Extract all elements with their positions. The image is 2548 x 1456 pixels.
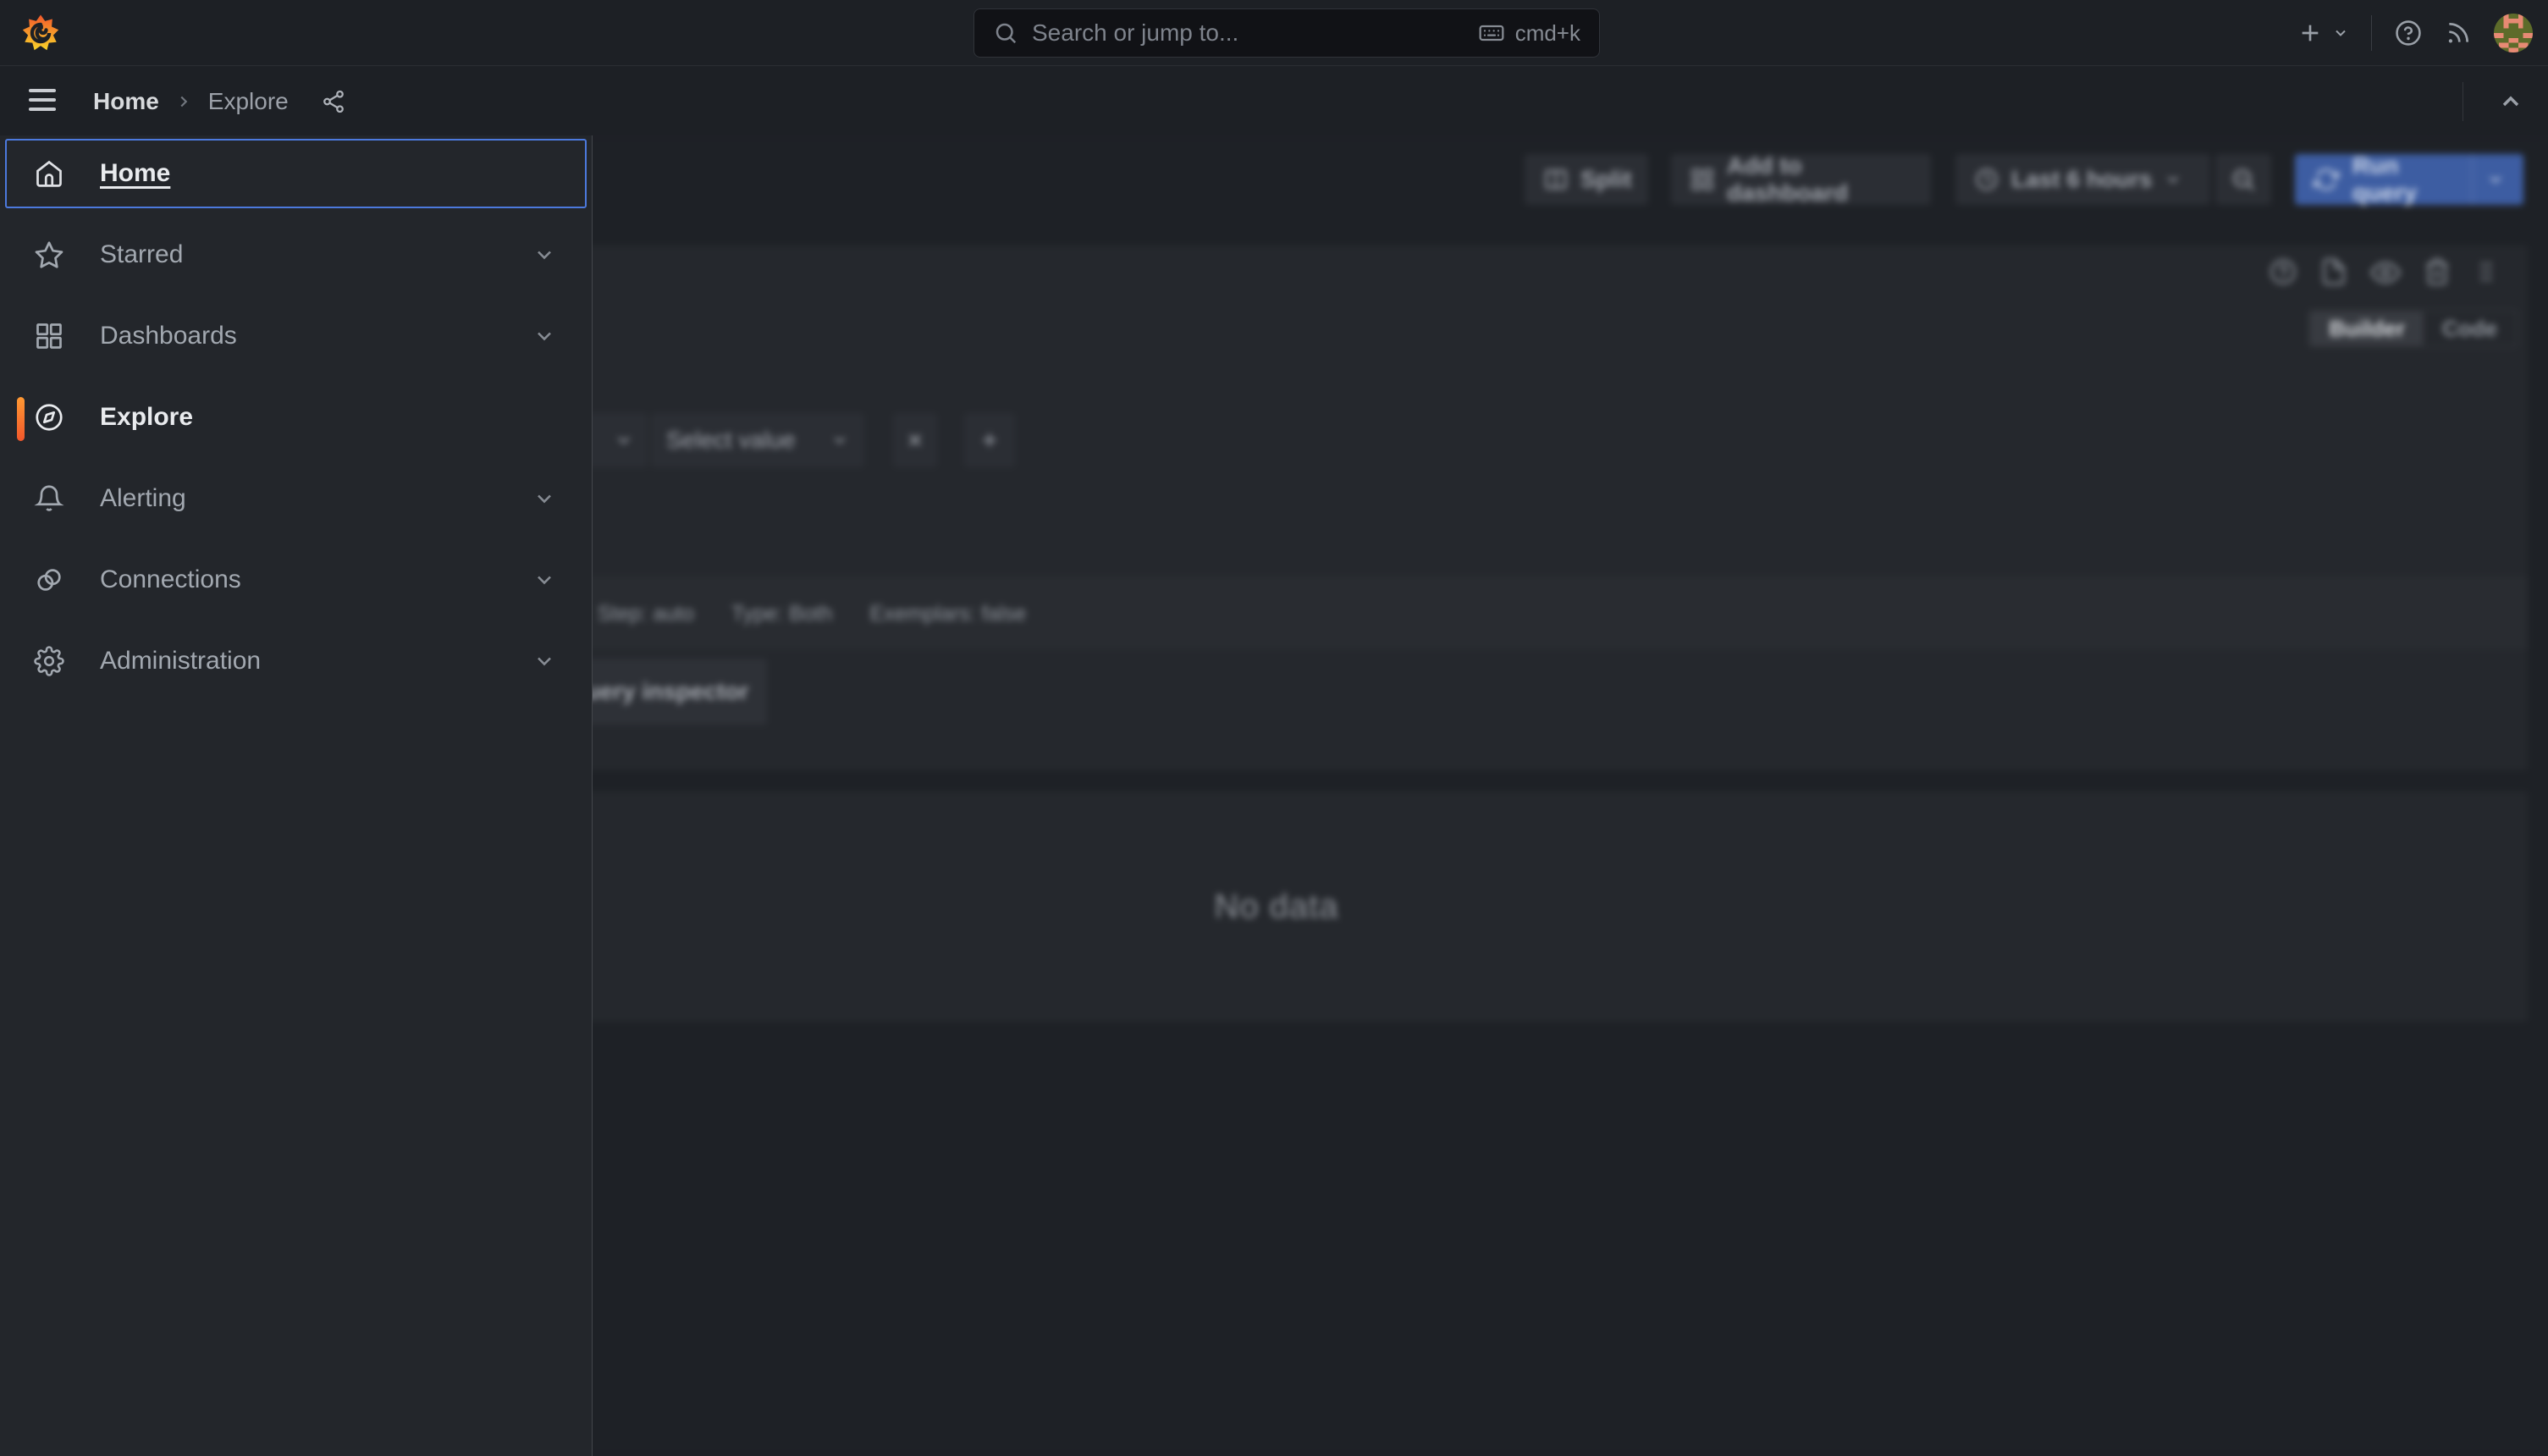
- chevron-down-icon[interactable]: [532, 649, 556, 673]
- workspace: Split Add to dashboard Last 6 hours Run …: [0, 135, 2548, 1456]
- duplicate-query-icon[interactable]: [2319, 257, 2348, 288]
- chevron-down-icon: [2332, 25, 2349, 41]
- add-to-dashboard-label: Add to dashboard: [1727, 152, 1912, 207]
- dashboards-grid-icon: [32, 321, 66, 351]
- shortcut-text: cmd+k: [1515, 20, 1580, 47]
- chevron-right-icon: [174, 92, 193, 111]
- add-filter-button[interactable]: [964, 413, 1015, 467]
- sidebar-item-administration[interactable]: Administration: [5, 626, 587, 696]
- option-step: Step: auto: [598, 602, 694, 626]
- zoom-out-button[interactable]: [2215, 154, 2271, 205]
- select-value-placeholder: Select value: [666, 427, 796, 454]
- remove-filter-button[interactable]: [893, 413, 937, 467]
- mode-code-tab[interactable]: Code: [2424, 312, 2516, 345]
- sidebar-item-label: Home: [100, 159, 170, 188]
- clock-icon: [1974, 167, 1999, 192]
- grafana-app: Search or jump to... cmd+k: [0, 0, 2548, 1456]
- topbar-actions: [2297, 0, 2533, 66]
- gear-icon: [32, 646, 66, 676]
- search-placeholder: Search or jump to...: [1032, 19, 1478, 47]
- bell-icon: [32, 483, 66, 514]
- help-button[interactable]: [2394, 19, 2423, 47]
- menu-toggle-button[interactable]: [29, 89, 56, 111]
- mega-menu: Home Starred Dashboards Explore Alerting: [0, 135, 593, 1456]
- divider: [2472, 154, 2473, 205]
- remove-query-trash-icon[interactable]: [2423, 257, 2451, 288]
- new-button[interactable]: [2297, 19, 2349, 47]
- top-bar: Search or jump to... cmd+k: [0, 0, 2548, 66]
- sidebar-item-label: Explore: [100, 403, 193, 432]
- grafana-logo-icon[interactable]: [20, 7, 61, 59]
- split-button[interactable]: Split: [1525, 154, 1648, 205]
- search-icon: [993, 20, 1018, 46]
- chevron-down-icon: [2164, 170, 2182, 189]
- split-label: Split: [1580, 166, 1632, 193]
- share-icon[interactable]: [321, 89, 346, 114]
- sidebar-item-label: Alerting: [100, 484, 186, 513]
- editor-mode-toggle: Builder Code: [2308, 310, 2518, 347]
- plus-icon: [2297, 19, 2324, 47]
- sync-icon: [2314, 167, 2339, 192]
- sidebar-item-connections[interactable]: Connections: [5, 545, 587, 615]
- search-minus-icon: [2230, 166, 2257, 193]
- global-search-input[interactable]: Search or jump to... cmd+k: [973, 8, 1600, 58]
- sidebar-item-label: Administration: [100, 647, 261, 676]
- mode-builder-tab[interactable]: Builder: [2310, 312, 2424, 345]
- chevron-down-icon[interactable]: [532, 243, 556, 267]
- active-indicator: [17, 397, 25, 441]
- navbar-right: [2463, 67, 2524, 135]
- link-rings-icon: [32, 565, 66, 595]
- run-query-button[interactable]: Run query: [2295, 154, 2523, 205]
- chevron-down-icon[interactable]: [532, 324, 556, 348]
- sidebar-item-label: Dashboards: [100, 322, 237, 350]
- query-row-actions: [2269, 257, 2499, 288]
- sidebar-item-dashboards[interactable]: Dashboards: [5, 301, 587, 371]
- sidebar-item-label: Connections: [100, 565, 241, 594]
- chevron-down-icon: [614, 430, 634, 450]
- breadcrumb: Home Explore: [93, 67, 346, 135]
- sidebar-item-label: Starred: [100, 240, 183, 269]
- breadcrumb-home[interactable]: Home: [93, 88, 159, 115]
- chevron-down-icon[interactable]: [532, 568, 556, 592]
- query-help-icon[interactable]: [2269, 257, 2297, 288]
- user-avatar[interactable]: [2494, 14, 2533, 52]
- breadcrumb-current: Explore: [208, 88, 289, 115]
- time-range-label: Last 6 hours: [2011, 166, 2152, 193]
- split-icon: [1543, 167, 1569, 192]
- drag-grip-icon[interactable]: [2474, 257, 2499, 288]
- sidebar-item-starred[interactable]: Starred: [5, 220, 587, 290]
- shortcut-hint: cmd+k: [1478, 19, 1580, 47]
- no-data-text: No data: [1214, 888, 1338, 926]
- apps-grid-icon: [1690, 167, 1715, 192]
- add-to-dashboard-button[interactable]: Add to dashboard: [1671, 154, 1931, 205]
- sidebar-item-alerting[interactable]: Alerting: [5, 464, 587, 533]
- close-icon: [905, 430, 925, 450]
- nav-bar: Home Explore: [0, 67, 2548, 135]
- compass-icon: [32, 402, 66, 433]
- option-type: Type: Both: [731, 602, 833, 626]
- chevron-down-icon[interactable]: [532, 487, 556, 510]
- sidebar-item-home[interactable]: Home: [5, 139, 587, 208]
- plus-icon: [979, 429, 1001, 451]
- news-rss-button[interactable]: [2445, 19, 2472, 47]
- keyboard-icon: [1478, 19, 1505, 47]
- home-icon: [32, 158, 66, 189]
- time-range-picker[interactable]: Last 6 hours: [1955, 154, 2210, 205]
- chevron-down-icon[interactable]: [2486, 170, 2505, 189]
- divider: [2371, 15, 2372, 51]
- collapse-chevron-up-icon[interactable]: [2497, 88, 2524, 115]
- sidebar-item-explore[interactable]: Explore: [5, 383, 587, 452]
- star-icon: [32, 240, 66, 270]
- hide-response-eye-icon[interactable]: [2370, 257, 2401, 288]
- run-query-label: Run query: [2352, 152, 2451, 207]
- option-exemplars: Exemplars: false: [870, 602, 1027, 626]
- chevron-down-icon: [830, 431, 849, 449]
- label-value-dropdown[interactable]: Select value: [651, 413, 864, 467]
